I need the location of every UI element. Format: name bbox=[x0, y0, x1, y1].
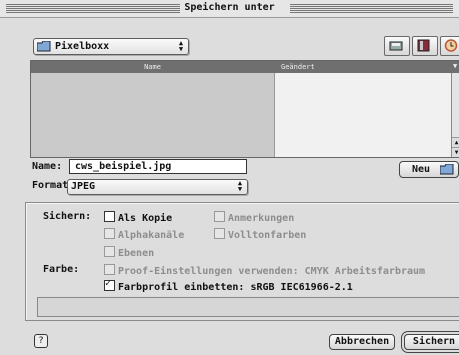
folder-name: Pixelboxx bbox=[55, 41, 110, 52]
window-title: Speichern unter bbox=[0, 2, 459, 13]
checkbox-embed-color-profile[interactable]: ✓ Farbprofil einbetten: sRGB IEC61966-2.1 bbox=[104, 278, 353, 293]
checkbox-box bbox=[214, 228, 225, 239]
format-value: JPEG bbox=[71, 181, 96, 192]
help-button[interactable]: ? bbox=[34, 334, 48, 348]
save-as-dialog: Speichern unter Pixelboxx ▲ ▼ Name Geände… bbox=[0, 0, 459, 355]
checkbox-box[interactable]: ✓ bbox=[104, 278, 115, 291]
checkbox-box bbox=[104, 264, 115, 275]
save-options-label: Sichern: bbox=[43, 211, 92, 222]
filename-input[interactable]: cws_beispiel.jpg bbox=[69, 159, 247, 174]
new-folder-label: Neu bbox=[411, 164, 431, 175]
folder-icon bbox=[37, 41, 51, 52]
file-list-scrollbar[interactable]: ▲ ▼ bbox=[451, 73, 459, 157]
checkbox-spot-colors: Volltonfarben bbox=[214, 228, 306, 241]
popup-arrows-icon: ▲ ▼ bbox=[237, 179, 243, 193]
new-folder-icon bbox=[440, 164, 454, 175]
clock-icon bbox=[444, 39, 458, 52]
file-list-date-area[interactable] bbox=[274, 73, 451, 157]
file-list-name-area[interactable] bbox=[31, 73, 274, 157]
disk-icon bbox=[389, 41, 403, 51]
book-icon bbox=[417, 39, 430, 52]
file-list[interactable]: Name Geändert ▼ ▲ ▼ bbox=[30, 60, 459, 158]
popup-arrows-icon: ▲ ▼ bbox=[178, 39, 184, 53]
file-list-header: Name Geändert ▼ bbox=[31, 61, 459, 73]
column-modified[interactable]: Geändert bbox=[281, 63, 315, 71]
checkbox-box[interactable] bbox=[104, 211, 115, 222]
checkbox-box bbox=[104, 228, 115, 239]
column-name[interactable]: Name bbox=[31, 63, 274, 71]
checkmark-icon: ✓ bbox=[105, 278, 112, 289]
recent-button[interactable] bbox=[440, 36, 459, 56]
color-label: Farbe: bbox=[43, 264, 80, 275]
name-label: Name: bbox=[32, 161, 63, 172]
format-popup[interactable]: JPEG ▲ ▼ bbox=[67, 179, 248, 195]
checkbox-box bbox=[104, 246, 115, 257]
book-button[interactable] bbox=[412, 36, 438, 56]
folder-popup[interactable]: Pixelboxx ▲ ▼ bbox=[33, 38, 189, 55]
scroll-down-icon[interactable]: ▼ bbox=[452, 147, 459, 157]
new-folder-button[interactable]: Neu bbox=[399, 161, 459, 178]
disk-button[interactable] bbox=[384, 36, 410, 56]
checkbox-alpha-channels: Alphakanäle bbox=[104, 228, 184, 241]
sort-order-icon[interactable]: ▼ bbox=[453, 62, 457, 70]
title-bar[interactable]: Speichern unter bbox=[0, 0, 459, 18]
message-area bbox=[37, 297, 459, 317]
cancel-button[interactable]: Abbrechen bbox=[329, 334, 395, 350]
checkbox-box bbox=[214, 211, 225, 222]
save-button[interactable]: Sichern bbox=[404, 334, 459, 350]
scroll-up-icon[interactable]: ▲ bbox=[452, 137, 459, 147]
checkbox-annotations: Anmerkungen bbox=[214, 211, 294, 224]
checkbox-use-proof-setup: Proof-Einstellungen verwenden: CMYK Arbe… bbox=[104, 264, 425, 277]
checkbox-as-copy[interactable]: Als Kopie bbox=[104, 211, 172, 224]
checkbox-layers: Ebenen bbox=[104, 246, 154, 259]
